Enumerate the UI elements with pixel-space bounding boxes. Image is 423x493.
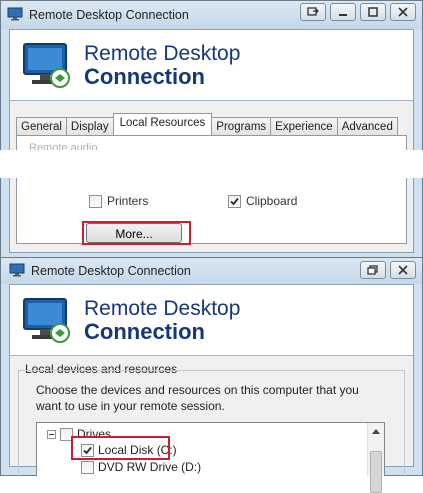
collapse-expander[interactable]: [47, 429, 56, 439]
printers-option[interactable]: Printers: [89, 194, 148, 208]
printers-checkbox[interactable]: [89, 194, 102, 208]
maximize-icon: [368, 7, 378, 17]
minimize-button[interactable]: [330, 3, 356, 21]
tab-display[interactable]: Display: [65, 117, 114, 135]
window-title: Remote Desktop Connection: [31, 264, 191, 278]
clipboard-label: Clipboard: [246, 194, 298, 208]
tab-general[interactable]: General: [16, 117, 67, 135]
close-button[interactable]: [390, 261, 416, 279]
restore-window-icon: [307, 7, 319, 16]
close-icon: [398, 265, 408, 275]
banner-subtitle: Connection: [84, 64, 205, 89]
clipboard-option[interactable]: Clipboard: [228, 194, 297, 208]
dialog-banner: Remote Desktop Connection: [10, 285, 413, 356]
highlight-box-local-disk: [71, 436, 170, 460]
minimize-icon: [339, 14, 347, 16]
scroll-up-arrow[interactable]: [368, 423, 384, 439]
chevron-up-icon: [372, 428, 380, 434]
dialog-client: Remote Desktop Connection General Displa…: [9, 29, 414, 253]
rdc-window-local-resources: Remote Desktop Connection Remote Desktop…: [0, 0, 423, 262]
scroll-thumb[interactable]: [370, 451, 382, 493]
tab-local-resources[interactable]: Local Resources: [112, 113, 213, 135]
highlight-box-more: [82, 221, 191, 245]
minus-icon: [49, 433, 54, 435]
remote-desktop-monitor-icon: [23, 43, 70, 88]
restore-button[interactable]: [360, 261, 386, 279]
close-icon: [398, 7, 408, 17]
title-bar[interactable]: Remote Desktop Connection: [1, 1, 422, 29]
close-button[interactable]: [390, 3, 416, 21]
local-devices-description: Choose the devices and resources on this…: [36, 383, 359, 413]
remote-desktop-monitor-icon: [23, 298, 70, 343]
title-bar[interactable]: Remote Desktop Connection: [1, 258, 422, 284]
restore-window-icon: [367, 265, 378, 275]
crop-gap: [0, 150, 423, 178]
dialog-banner: Remote Desktop Connection: [10, 30, 413, 101]
clipboard-checkbox[interactable]: [228, 194, 241, 208]
window-title: Remote Desktop Connection: [29, 8, 189, 22]
checkmark-icon: [230, 197, 239, 205]
banner-title: Remote Desktop: [84, 297, 241, 320]
tab-advanced[interactable]: Advanced: [336, 117, 398, 135]
restore-button[interactable]: [300, 3, 326, 21]
tree-scrollbar[interactable]: [367, 423, 384, 493]
dvd-drive-label: DVD RW Drive (D:): [98, 460, 202, 474]
tab-programs[interactable]: Programs: [211, 117, 272, 135]
printers-label: Printers: [107, 194, 149, 208]
banner-title: Remote Desktop: [84, 42, 241, 65]
banner-subtitle: Connection: [84, 319, 205, 344]
tab-strip: General Display Local Resources Programs…: [16, 113, 398, 135]
remote-desktop-icon: [9, 263, 25, 277]
tab-experience[interactable]: Experience: [270, 117, 338, 135]
maximize-button[interactable]: [360, 3, 386, 21]
remote-desktop-icon: [7, 7, 23, 21]
tree-item-dvd-drive[interactable]: DVD RW Drive (D:): [81, 460, 201, 474]
dvd-drive-checkbox[interactable]: [81, 460, 94, 474]
